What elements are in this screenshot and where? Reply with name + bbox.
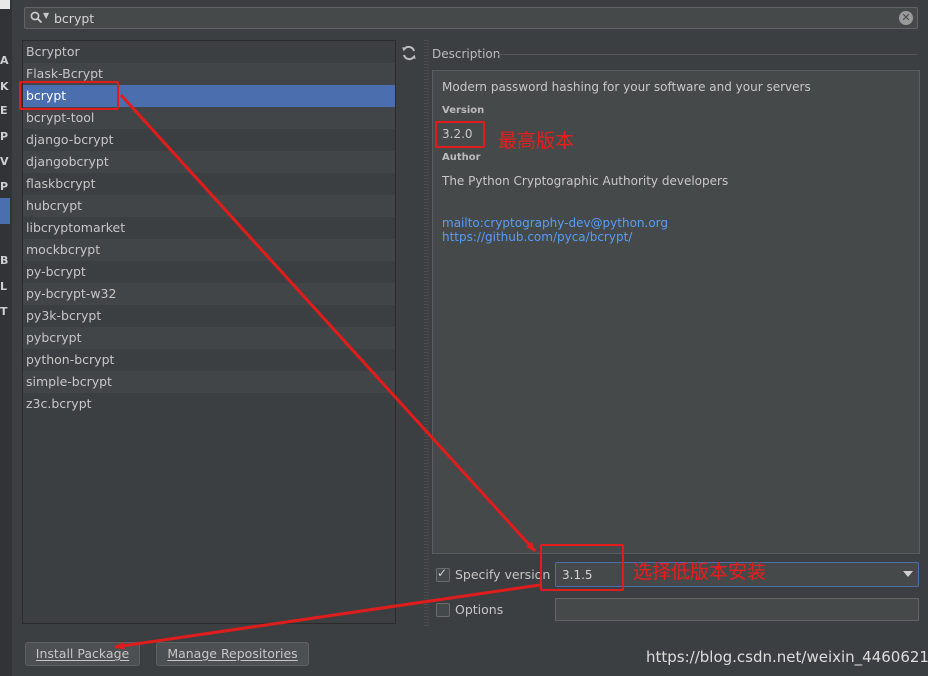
arrow-to-version-select (119, 93, 537, 553)
annotation-arrows (114, 93, 541, 650)
watermark: https://blog.csdn.net/weixin_44606217 (646, 648, 928, 666)
arrow-to-install-button (114, 583, 541, 650)
